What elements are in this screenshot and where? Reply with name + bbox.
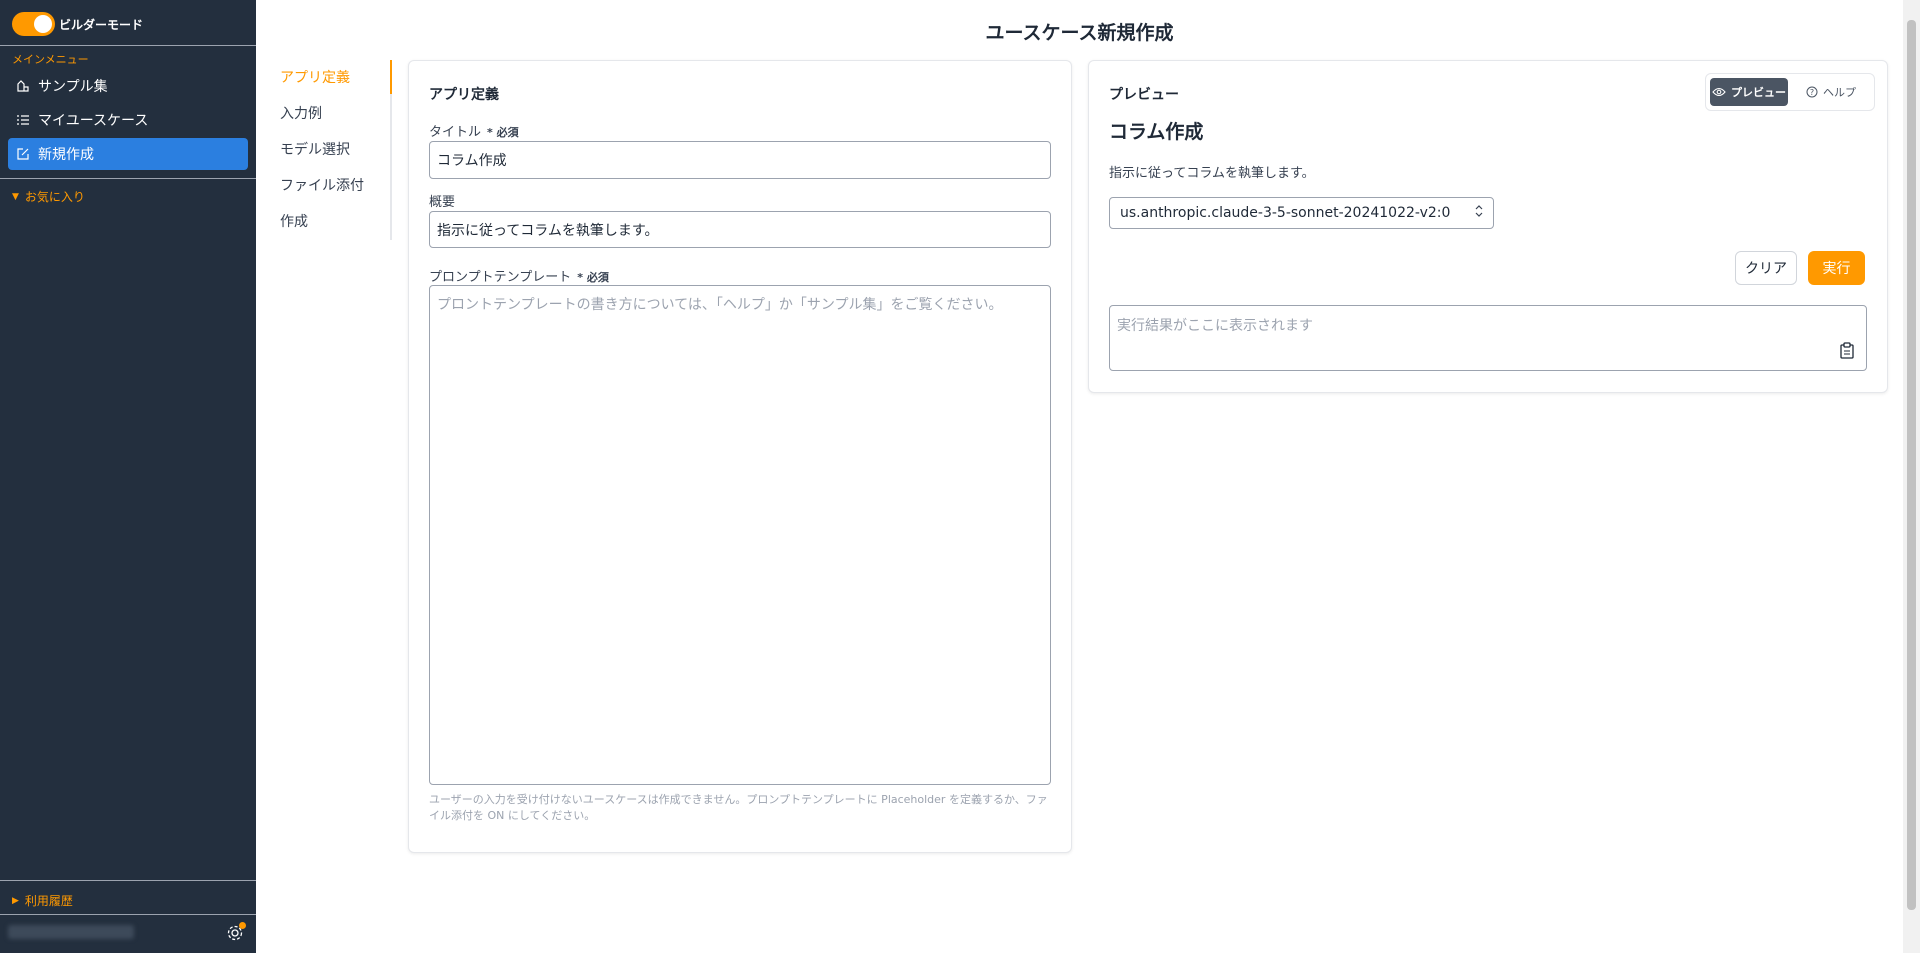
page-title: ユースケース新規作成	[985, 22, 1174, 44]
toggle-knob	[34, 15, 52, 33]
history-toggle[interactable]: ▶ 利用履歴	[12, 892, 73, 909]
page-scrollbar[interactable]	[1903, 0, 1920, 953]
model-select-value: us.anthropic.claude-3-5-sonnet-20241022-…	[1120, 205, 1451, 221]
clear-button[interactable]: クリア	[1735, 251, 1797, 285]
notification-dot	[239, 922, 246, 929]
prompt-label-text: プロンプトテンプレート	[429, 270, 572, 285]
sidebar-item-label: 新規作成	[38, 147, 94, 163]
step-app-definition[interactable]: アプリ定義	[272, 60, 392, 96]
sidebar-divider	[0, 880, 256, 881]
sidebar-item-my-usecases[interactable]: マイユースケース	[8, 104, 248, 136]
sidebar-divider	[0, 45, 256, 46]
sidebar: ビルダーモード メインメニュー サンプル集 マイユースケース 新規作成 ▼ お気…	[0, 0, 256, 953]
samples-icon	[16, 79, 30, 93]
list-icon	[16, 113, 30, 127]
step-model-selection[interactable]: モデル選択	[272, 132, 392, 168]
step-create[interactable]: 作成	[272, 204, 392, 240]
app-definition-card: アプリ定義 タイトル * 必須 コラム作成 概要 指示に従ってコラムを執筆します。…	[408, 60, 1072, 853]
step-nav: アプリ定義 入力例 モデル選択 ファイル添付 作成	[272, 60, 392, 240]
help-tab-label: ヘルプ	[1823, 86, 1856, 99]
preview-help-toggle: プレビュー ? ヘルプ	[1705, 73, 1875, 111]
favorites-toggle[interactable]: ▼ お気に入り	[12, 188, 85, 205]
required-mark: * 必須	[487, 126, 519, 139]
model-select[interactable]: us.anthropic.claude-3-5-sonnet-20241022-…	[1109, 197, 1494, 229]
sidebar-item-new[interactable]: 新規作成	[8, 138, 248, 170]
builder-mode-toggle-row[interactable]: ビルダーモード	[12, 12, 143, 36]
builder-mode-label: ビルダーモード	[59, 17, 144, 32]
summary-input[interactable]: 指示に従ってコラムを執筆します。	[429, 211, 1051, 248]
prompt-label: プロンプトテンプレート * 必須	[429, 266, 609, 285]
sidebar-divider	[0, 178, 256, 179]
favorites-label: お気に入り	[24, 190, 85, 204]
help-tab[interactable]: ? ヘルプ	[1796, 78, 1866, 106]
preview-tab-label: プレビュー	[1731, 86, 1786, 99]
card-title: アプリ定義	[429, 87, 499, 103]
step-line-active	[390, 60, 392, 94]
main-menu-label: メインメニュー	[12, 53, 89, 66]
builder-mode-toggle[interactable]	[12, 12, 55, 36]
app-description: 指示に従ってコラムを執筆します。	[1109, 166, 1315, 181]
title-label: タイトル * 必須	[429, 121, 519, 140]
prompt-template-textarea[interactable]: プロントテンプレートの書き方については、「ヘルプ」か「サンプル集」をご覧ください…	[429, 285, 1051, 785]
step-file-attach[interactable]: ファイル添付	[272, 168, 392, 204]
summary-label: 概要	[429, 195, 456, 210]
eye-icon	[1712, 87, 1726, 97]
clipboard-icon[interactable]	[1840, 342, 1856, 360]
preview-card-title: プレビュー	[1109, 87, 1179, 103]
sidebar-item-label: サンプル集	[38, 79, 108, 95]
user-email-blurred	[8, 925, 134, 939]
edit-icon	[16, 147, 30, 161]
preview-card: プレビュー プレビュー ? ヘルプ コラム作成 指示に従ってコラムを執筆します。…	[1088, 60, 1888, 393]
result-placeholder: 実行結果がここに表示されます	[1117, 318, 1313, 334]
caret-right-icon: ▶	[12, 895, 19, 906]
title-input[interactable]: コラム作成	[429, 141, 1051, 179]
help-icon: ?	[1806, 86, 1818, 98]
required-mark: * 必須	[577, 271, 609, 284]
sidebar-item-label: マイユースケース	[38, 113, 149, 129]
sidebar-item-samples[interactable]: サンプル集	[8, 70, 248, 102]
preview-tab[interactable]: プレビュー	[1710, 78, 1788, 106]
svg-text:?: ?	[1810, 88, 1814, 97]
sidebar-divider	[0, 914, 256, 915]
history-label: 利用履歴	[24, 894, 73, 908]
step-input-examples[interactable]: 入力例	[272, 96, 392, 132]
result-area: 実行結果がここに表示されます	[1109, 305, 1867, 371]
app-title: コラム作成	[1109, 121, 1204, 143]
updown-chevron-icon	[1475, 205, 1483, 221]
caret-down-icon: ▼	[12, 191, 19, 202]
title-label-text: タイトル	[429, 125, 482, 140]
helper-text: ユーザーの入力を受け付けないユースケースは作成できません。プロンプトテンプレート…	[429, 793, 1048, 822]
run-button[interactable]: 実行	[1808, 251, 1865, 285]
scrollbar-thumb[interactable]	[1907, 20, 1916, 910]
gear-icon[interactable]	[226, 922, 246, 942]
